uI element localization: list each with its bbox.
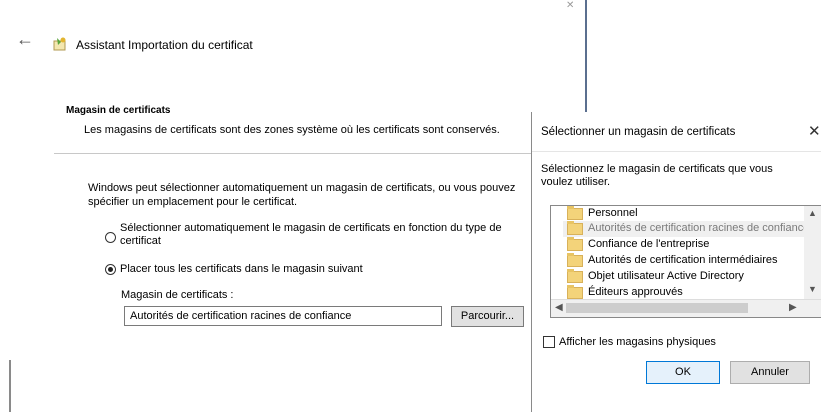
close-icon[interactable]: ✕: [808, 122, 821, 140]
certificate-icon: [53, 37, 66, 51]
folder-icon: [567, 221, 583, 235]
browse-button[interactable]: Parcourir...: [451, 306, 524, 327]
folder-icon: [567, 237, 583, 251]
store-tree[interactable]: Personnel Autorités de certification rac…: [550, 205, 821, 318]
header-divider: [54, 153, 586, 154]
scrollbar-thumb[interactable]: [566, 303, 748, 313]
chevron-down-icon[interactable]: ▼: [808, 284, 817, 294]
wizard-title: Assistant Importation du certificat: [76, 38, 253, 52]
page-title: Magasin de certificats: [66, 105, 171, 116]
intro-text: Windows peut sélectionner automatiquemen…: [88, 182, 516, 208]
dialog-title: Sélectionner un magasin de certificats: [541, 126, 736, 138]
title-divider: [532, 151, 821, 152]
back-arrow-icon[interactable]: ←: [16, 30, 34, 48]
chevron-right-icon[interactable]: ▶: [789, 302, 797, 313]
auto-select-radio[interactable]: [105, 232, 116, 243]
ok-button[interactable]: OK: [646, 361, 720, 384]
show-physical-checkbox[interactable]: [543, 336, 555, 348]
page-description: Les magasins de certificats sont des zon…: [84, 124, 500, 136]
close-icon[interactable]: ✕: [566, 0, 574, 11]
horizontal-scrollbar[interactable]: ◀ ▶: [551, 299, 821, 317]
select-store-dialog: Sélectionner un magasin de certificats ✕…: [531, 112, 821, 412]
chevron-up-icon[interactable]: ▲: [808, 208, 817, 218]
show-physical-label[interactable]: Afficher les magasins physiques: [559, 336, 716, 348]
folder-icon: [567, 285, 583, 299]
cancel-button[interactable]: Annuler: [730, 361, 810, 384]
vertical-scrollbar[interactable]: ▲ ▼: [804, 206, 821, 301]
store-field-label: Magasin de certificats :: [121, 289, 234, 301]
manual-store-radio[interactable]: [105, 264, 116, 275]
auto-select-label[interactable]: Sélectionner automatiquement le magasin …: [120, 222, 540, 248]
folder-icon: [567, 253, 583, 267]
import-wizard-window: ✕ ← Assistant Importation du certificat …: [0, 0, 587, 412]
folder-icon: [567, 206, 583, 220]
tree-item-trusted-root[interactable]: Autorités de certification racines de co…: [563, 221, 821, 237]
chevron-left-icon[interactable]: ◀: [555, 302, 563, 313]
folder-icon: [567, 269, 583, 283]
store-field[interactable]: Autorités de certification racines de co…: [124, 306, 442, 326]
dialog-prompt: Sélectionnez le magasin de certificats q…: [541, 163, 773, 188]
manual-store-label[interactable]: Placer tous les certificats dans le maga…: [120, 263, 363, 275]
window-border-left: [9, 360, 11, 412]
